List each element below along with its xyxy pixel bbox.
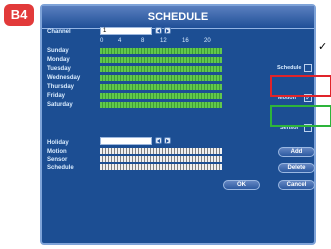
checkmark-icon: ✓	[318, 41, 328, 53]
left-arrow-icon	[157, 139, 160, 143]
timeline-tick: 8	[141, 38, 145, 44]
schedule-bar-sunday[interactable]	[100, 48, 222, 54]
holiday-next-button[interactable]	[164, 137, 171, 144]
schedule-highlight-box	[270, 75, 331, 97]
holiday-motion-bar[interactable]	[100, 148, 222, 154]
legend-row-label: Motion	[47, 149, 67, 155]
step-badge: B4	[4, 4, 34, 26]
channel-input[interactable]: 1	[100, 27, 152, 35]
schedule-bar-tuesday[interactable]	[100, 66, 222, 72]
add-button[interactable]: Add	[278, 147, 315, 157]
timeline-tick: 16	[182, 38, 189, 44]
holiday-schedule-bar[interactable]	[100, 164, 222, 170]
ok-button[interactable]: OK	[223, 180, 260, 190]
schedule-bar-saturday[interactable]	[100, 102, 222, 108]
motion-highlight-box	[270, 105, 331, 127]
schedule-bar-wednesday[interactable]	[100, 75, 222, 81]
legend-row-label: Sensor	[47, 157, 68, 163]
delete-button[interactable]: Delete	[278, 163, 315, 173]
timeline-tick: 4	[118, 38, 122, 44]
channel-label: Channel	[47, 29, 71, 35]
day-label: Monday	[47, 57, 70, 63]
schedule-bar-monday[interactable]	[100, 57, 222, 63]
schedule-bar-friday[interactable]	[100, 93, 222, 99]
day-label: Tuesday	[47, 66, 71, 72]
holiday-label: Holiday	[47, 140, 69, 146]
schedule-option-label: Schedule	[277, 65, 302, 71]
channel-next-button[interactable]	[164, 27, 171, 34]
timeline-tick: 20	[204, 38, 211, 44]
window-title: SCHEDULE	[42, 6, 314, 29]
right-arrow-icon	[166, 139, 169, 143]
day-label: Friday	[47, 93, 66, 99]
cancel-button[interactable]: Cancel	[278, 180, 315, 190]
schedule-bar-thursday[interactable]	[100, 84, 222, 90]
timeline-tick: 12	[160, 38, 167, 44]
timeline-tick: 0	[100, 38, 104, 44]
day-label: Wednesday	[47, 75, 81, 81]
holiday-prev-button[interactable]	[155, 137, 162, 144]
day-label: Thursday	[47, 84, 75, 90]
holiday-input[interactable]	[100, 137, 152, 145]
left-arrow-icon	[157, 29, 160, 33]
legend-row-label: Schedule	[47, 165, 74, 171]
right-arrow-icon	[166, 29, 169, 33]
channel-prev-button[interactable]	[155, 27, 162, 34]
day-label: Sunday	[47, 48, 69, 54]
schedule-checkbox[interactable]	[304, 64, 312, 72]
day-label: Saturday	[47, 102, 73, 108]
holiday-sensor-bar[interactable]	[100, 156, 222, 162]
